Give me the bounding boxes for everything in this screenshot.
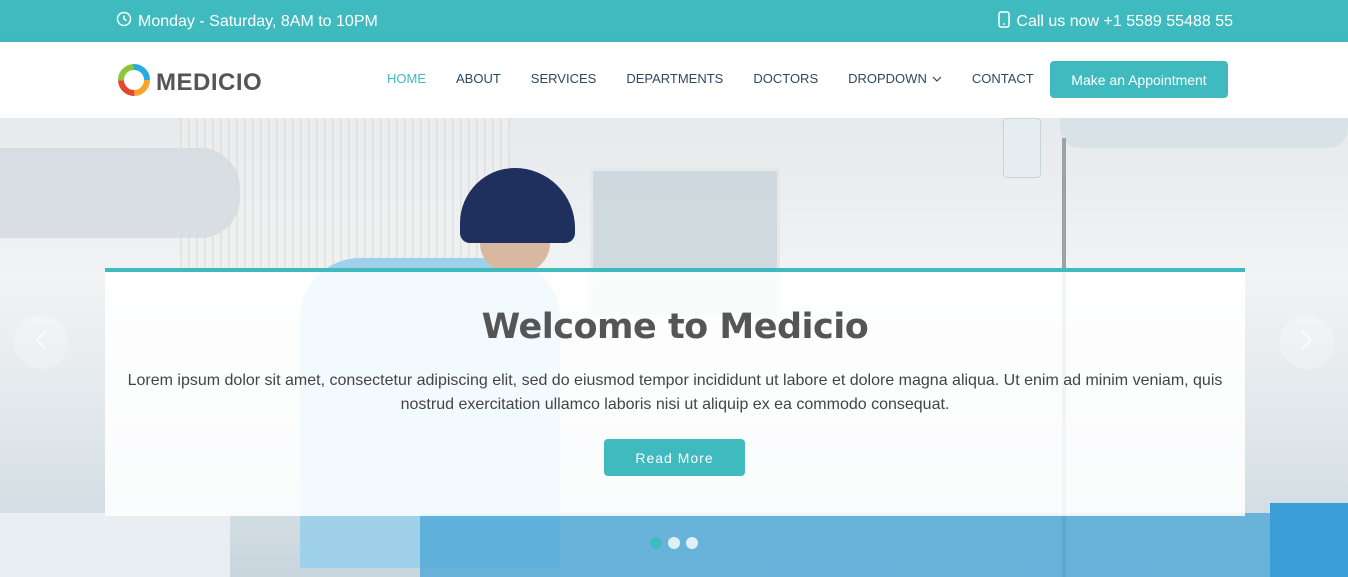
business-hours: Monday - Saturday, 8AM to 10PM: [116, 11, 378, 32]
hero-bg-tray: [0, 513, 230, 577]
hero-description: Lorem ipsum dolor sit amet, consectetur …: [127, 372, 1223, 413]
phone-icon: [998, 11, 1016, 33]
hours-text: Monday - Saturday, 8AM to 10PM: [138, 12, 378, 30]
carousel-dot-2[interactable]: [668, 537, 680, 549]
hero-bg-drape-right: [1270, 503, 1348, 577]
carousel-dot-1[interactable]: [650, 537, 662, 549]
hero-bg-lamp-right: [1060, 118, 1348, 148]
nav-about[interactable]: ABOUT: [456, 71, 501, 86]
clock-icon: [116, 11, 138, 32]
make-appointment-button[interactable]: Make an Appointment: [1050, 61, 1228, 98]
hero-bg-drape: [420, 513, 1348, 577]
logo-icon: [116, 62, 152, 103]
nav-services[interactable]: SERVICES: [531, 71, 597, 86]
site-header: MEDICIO HOME ABOUT SERVICES DEPARTMENTS …: [0, 42, 1348, 118]
hero-bg-iv-bag: [1003, 118, 1041, 178]
read-more-button[interactable]: Read More: [604, 439, 745, 476]
hero-bg-lamp: [0, 148, 240, 238]
nav-home[interactable]: HOME: [387, 71, 426, 86]
chevron-left-icon: [34, 329, 48, 356]
chevron-right-icon: [1300, 329, 1314, 356]
logo-text: MEDICIO: [156, 68, 263, 96]
topbar: Monday - Saturday, 8AM to 10PM Call us n…: [0, 0, 1348, 42]
phone-text: Call us now +1 5589 55488 55: [1016, 13, 1233, 30]
phone-contact: Call us now +1 5589 55488 55: [998, 11, 1233, 33]
hero-content-box: Welcome to Medicio Lorem ipsum dolor sit…: [105, 268, 1245, 516]
carousel-dot-3[interactable]: [686, 537, 698, 549]
chevron-down-icon: [932, 71, 942, 86]
nav-doctors[interactable]: DOCTORS: [753, 71, 818, 86]
carousel-indicators: [650, 537, 704, 549]
logo[interactable]: MEDICIO: [116, 62, 262, 103]
hero-title: Welcome to Medicio: [481, 307, 869, 347]
main-nav: HOME ABOUT SERVICES DEPARTMENTS DOCTORS …: [387, 71, 1064, 86]
carousel-prev-button[interactable]: [14, 315, 68, 369]
carousel-next-button[interactable]: [1280, 315, 1334, 369]
nav-contact[interactable]: CONTACT: [972, 71, 1034, 86]
nav-dropdown-label: DROPDOWN: [848, 71, 927, 86]
nav-departments[interactable]: DEPARTMENTS: [626, 71, 723, 86]
nav-dropdown[interactable]: DROPDOWN: [848, 71, 942, 86]
